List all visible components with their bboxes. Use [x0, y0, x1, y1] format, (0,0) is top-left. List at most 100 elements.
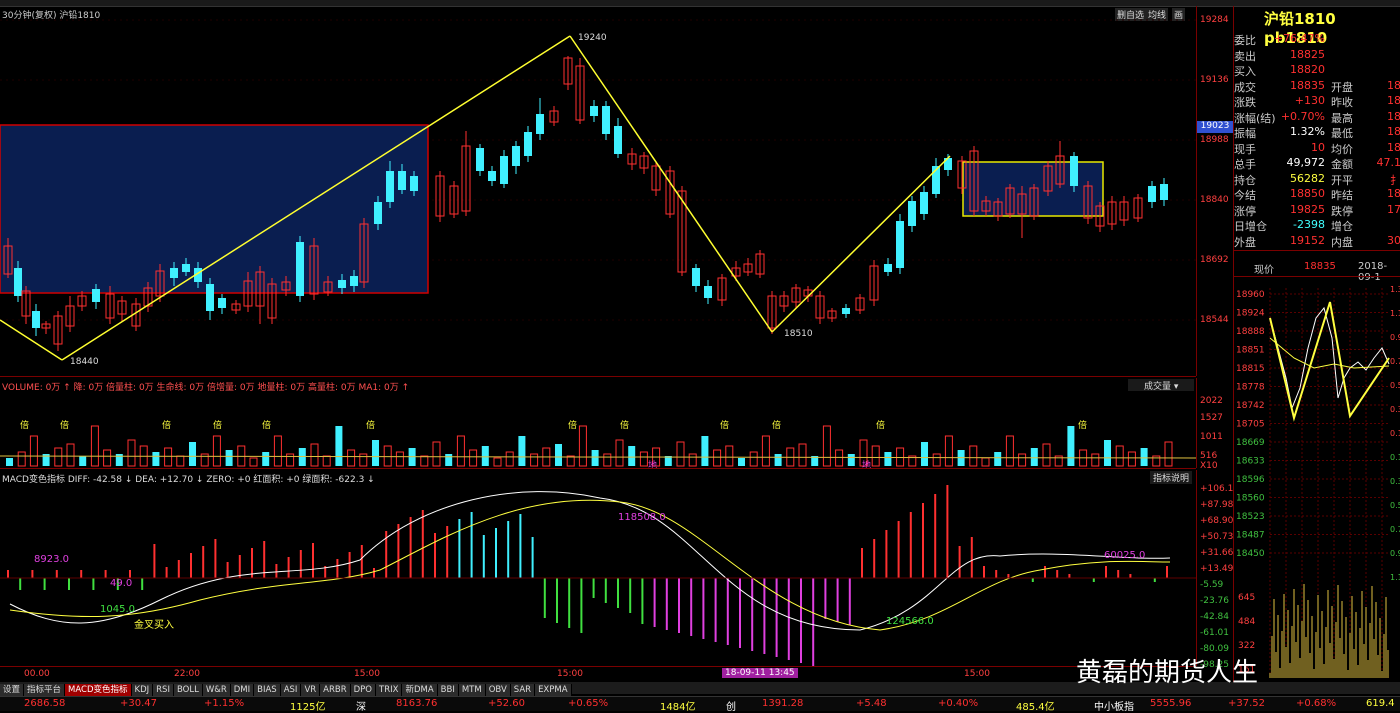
status-sz-index: 8163.76: [396, 698, 437, 709]
volume-bar: [201, 454, 208, 466]
macd-axis-label: +106.1: [1200, 484, 1233, 494]
volume-bar: [274, 436, 281, 466]
volume-bar: [79, 456, 86, 466]
volume-bar: [823, 426, 830, 466]
volume-bar: [128, 440, 135, 466]
indicator-tab[interactable]: SAR: [511, 684, 535, 696]
indicator-tab[interactable]: 指标平台: [24, 684, 65, 696]
volume-mark: 倍: [620, 419, 629, 431]
volume-bar: [482, 446, 489, 466]
candle-body: [884, 264, 892, 272]
candle-body: [602, 106, 610, 134]
dea-line: [10, 500, 1170, 630]
volume-mark: 倍: [162, 419, 171, 431]
indicator-tab[interactable]: W&R: [203, 684, 231, 696]
mini-right-label: 0.1: [1390, 453, 1400, 462]
time-label: 22:00: [174, 669, 200, 679]
time-label: 00.00: [24, 669, 50, 679]
volume-bar: [775, 454, 782, 466]
indicator-tab[interactable]: ARBR: [320, 684, 350, 696]
indicator-tab[interactable]: DMI: [231, 684, 254, 696]
mini-right-label: 0.9: [1390, 549, 1400, 558]
volume-panel: VOLUME: 0万 ↑ 降: 0万 倍量柱: 0万 生命线: 0万 倍增量: …: [0, 378, 1196, 469]
mini-axis-label: 18596: [1236, 475, 1265, 485]
indicator-tab[interactable]: MACD变色指标: [65, 684, 131, 696]
indicator-tab[interactable]: ASI: [281, 684, 302, 696]
trend-line: [0, 320, 62, 360]
candle-body: [692, 268, 700, 286]
indicator-tab[interactable]: OBV: [486, 684, 511, 696]
mini-axis-label: 18960: [1236, 290, 1265, 300]
indicator-tab[interactable]: BOLL: [174, 684, 203, 696]
indicator-tab[interactable]: BIAS: [254, 684, 281, 696]
volume-bar: [470, 450, 477, 466]
volume-bar: [384, 446, 391, 466]
volume-bar: [189, 442, 196, 466]
quote-label: 增仓: [1331, 218, 1353, 234]
quote-value: 19152: [1290, 234, 1325, 247]
quote-value: 18: [1387, 187, 1400, 200]
quote-value: 18825: [1290, 48, 1325, 61]
price-annotation: 18510: [784, 329, 813, 339]
mini-axis-label: 18487: [1236, 531, 1265, 541]
candle-body: [590, 106, 598, 116]
indicator-tab[interactable]: EXPMA: [535, 684, 571, 696]
quote-label: 跌停: [1331, 203, 1353, 219]
quote-row: 外盘19152内盘30: [1234, 234, 1400, 249]
mini-trend-line: [1270, 302, 1389, 418]
volume-bar: [531, 454, 538, 466]
diff-line: [10, 492, 1170, 630]
indicator-tab[interactable]: 新DMA: [402, 684, 437, 696]
mini-right-label: 0.3: [1390, 477, 1400, 486]
watermark: 黄磊的期货人生: [1076, 652, 1258, 689]
mini-right-label: 0.5: [1390, 381, 1400, 390]
status-sh-change: +30.47: [120, 698, 157, 709]
volume-bar: [872, 446, 879, 466]
indicator-tab[interactable]: RSI: [153, 684, 174, 696]
quote-value: 18850: [1290, 187, 1325, 200]
quote-value: 扌: [1390, 172, 1400, 188]
volume-mark: 倍: [720, 419, 729, 431]
candle-body: [398, 171, 406, 190]
quote-label: 买入: [1234, 63, 1256, 79]
candle-body: [1070, 156, 1078, 186]
mini-axis-label: 18633: [1236, 457, 1265, 467]
volume-bar: [738, 458, 745, 466]
quote-row: 成交18835开盘18: [1234, 79, 1400, 94]
quote-label: 持仓: [1234, 172, 1256, 188]
macd-annotation: 1045.0: [100, 604, 135, 615]
indicator-tab[interactable]: 设置: [0, 684, 24, 696]
quote-row: 委比+76.47%: [1234, 32, 1400, 47]
volume-axis-label: 1011: [1200, 432, 1223, 442]
quote-label: 最低: [1331, 125, 1353, 141]
volume-bar: [177, 456, 184, 466]
volume-bar: [567, 456, 574, 466]
volume-bar: [726, 446, 733, 466]
indicator-tab[interactable]: KDJ: [132, 684, 154, 696]
quote-value: 49,972: [1287, 156, 1326, 169]
indicator-tab[interactable]: MTM: [459, 684, 486, 696]
quote-value: 18820: [1290, 63, 1325, 76]
candlestick-chart[interactable]: 184401924018510: [0, 6, 1196, 376]
mini-right-label: 0.1: [1390, 429, 1400, 438]
volume-bar: [579, 426, 586, 466]
indicator-tab[interactable]: BBI: [438, 684, 459, 696]
price-axis-label: 19284: [1200, 15, 1229, 25]
status-zx-pct: +0.68%: [1296, 698, 1336, 709]
indicator-tab[interactable]: DPO: [351, 684, 376, 696]
quote-label: 昨结: [1331, 187, 1353, 203]
quote-value: 18: [1387, 94, 1400, 107]
candle-body: [92, 289, 100, 302]
indicator-tab[interactable]: VR: [301, 684, 320, 696]
mini-right-label: 1.1: [1390, 309, 1400, 318]
intraday-minichart[interactable]: 1896018924188881885118815187781874218705…: [1234, 278, 1400, 682]
indicator-tab[interactable]: TRIX: [376, 684, 402, 696]
price-annotation: 19240: [578, 33, 607, 43]
quote-row: 买入 18820: [1234, 63, 1400, 78]
candle-body: [488, 171, 496, 181]
volume-bar: [555, 444, 562, 466]
quote-value: 30: [1387, 234, 1400, 247]
tick-price: 18835: [1304, 261, 1336, 272]
volume-bar: [506, 452, 513, 466]
volume-bar: [884, 452, 891, 466]
